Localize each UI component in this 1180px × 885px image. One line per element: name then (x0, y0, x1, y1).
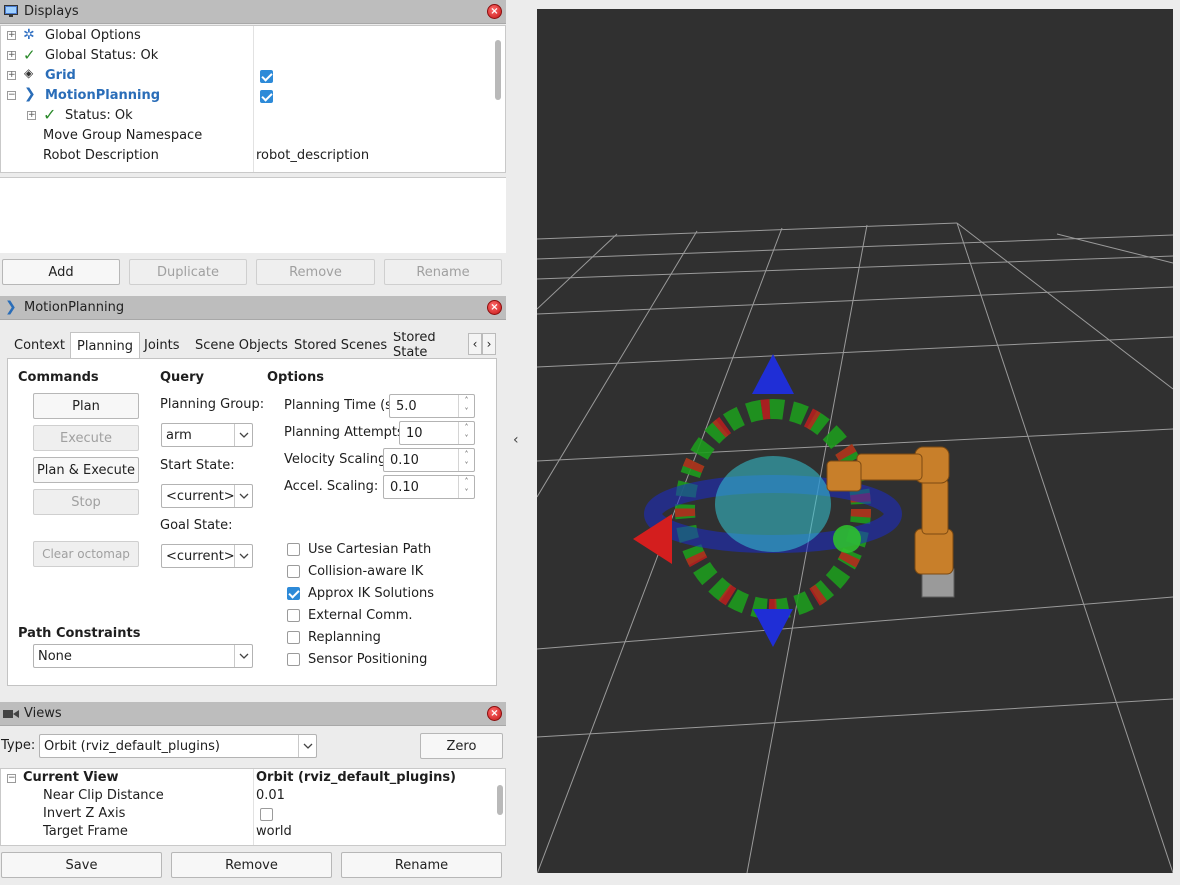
monitor-icon (4, 5, 18, 17)
commands-heading: Commands (18, 370, 99, 385)
checkmark-icon: ✓ (43, 105, 57, 124)
views-tree: − Current View Orbit (rviz_default_plugi… (0, 768, 506, 846)
use-cartesian-path-checkbox[interactable] (287, 543, 300, 556)
planning-attempts-label: Planning Attempts: (284, 425, 409, 440)
save-view-button[interactable]: Save (1, 852, 162, 878)
tree-row-global-options[interactable]: + ✲ Global Options (1, 26, 505, 46)
remove-display-button[interactable]: Remove (256, 259, 375, 285)
scrollbar[interactable] (495, 40, 501, 100)
motionplanning-icon: ❯ (24, 86, 36, 102)
tree-row-move-group-namespace[interactable]: Move Group Namespace (1, 126, 505, 146)
chevron-down-icon (234, 545, 252, 567)
tree-row-status[interactable]: + ✓ Status: Ok (1, 105, 505, 126)
velocity-scaling-label: Velocity Scaling: (284, 452, 391, 467)
duplicate-button[interactable]: Duplicate (129, 259, 247, 285)
tab-stored-scenes[interactable]: Stored Scenes (288, 332, 393, 358)
motionplanning-title: MotionPlanning (24, 300, 125, 315)
planning-attempts-spinbox[interactable]: 10 ˄ ˅ (399, 421, 475, 445)
rename-view-button[interactable]: Rename (341, 852, 502, 878)
remove-view-button[interactable]: Remove (171, 852, 332, 878)
views-titlebar: Views × (0, 702, 506, 726)
external-comm-checkbox[interactable] (287, 609, 300, 622)
scrollbar[interactable] (497, 785, 503, 815)
interactive-marker[interactable] (633, 354, 902, 647)
goal-state-label: Goal State: (160, 518, 233, 533)
planning-time-label: Planning Time (s): (284, 398, 402, 413)
displays-close-button[interactable]: × (487, 4, 502, 19)
display-description-area (0, 177, 506, 253)
options-heading: Options (267, 370, 324, 385)
tab-scene-objects[interactable]: Scene Objects (189, 332, 294, 358)
displays-titlebar: Displays × (0, 0, 506, 24)
planning-group-label: Planning Group: (160, 397, 265, 412)
goal-state-select[interactable]: <current> (161, 544, 253, 568)
stop-button[interactable]: Stop (33, 489, 139, 515)
tree-row-grid[interactable]: + ◈ Grid (1, 66, 505, 86)
tree-row-global-status[interactable]: + ✓ Global Status: Ok (1, 46, 505, 66)
clear-octomap-button[interactable]: Clear octomap (33, 541, 139, 567)
plan-button[interactable]: Plan (33, 393, 139, 419)
motionplanning-icon: ❯ (5, 299, 17, 315)
motionplanning-enabled-checkbox[interactable] (260, 90, 273, 103)
displays-title: Displays (24, 4, 79, 19)
replanning-checkbox[interactable] (287, 631, 300, 644)
grid-enabled-checkbox[interactable] (260, 70, 273, 83)
tree-row-motionplanning[interactable]: − ❯ MotionPlanning (1, 86, 505, 106)
tree-row-target-frame[interactable]: Target Frame world (1, 823, 505, 841)
gear-icon: ✲ (23, 27, 35, 43)
zero-button[interactable]: Zero (420, 733, 503, 759)
tab-stored-states[interactable]: Stored State (387, 332, 469, 358)
approx-ik-checkbox[interactable] (287, 587, 300, 600)
checkmark-icon: ✓ (23, 46, 36, 64)
collision-aware-ik-checkbox[interactable] (287, 565, 300, 578)
tree-row-robot-description[interactable]: Robot Description robot_description (1, 146, 505, 166)
velocity-scaling-spinbox[interactable]: 0.10 ˄ ˅ (383, 448, 475, 472)
scene-render (537, 222, 1173, 873)
rename-display-button[interactable]: Rename (384, 259, 502, 285)
execute-button[interactable]: Execute (33, 425, 139, 451)
tree-row-near-clip[interactable]: Near Clip Distance 0.01 (1, 787, 505, 805)
chevron-down-icon (234, 485, 252, 507)
motionplanning-titlebar: ❯ MotionPlanning × (0, 296, 506, 320)
accel-scaling-spinbox[interactable]: 0.10 ˄ ˅ (383, 475, 475, 499)
path-constraints-heading: Path Constraints (18, 626, 141, 641)
3d-viewport[interactable] (537, 9, 1173, 873)
path-constraints-select[interactable]: None (33, 644, 253, 668)
motionplanning-close-button[interactable]: × (487, 300, 502, 315)
add-button[interactable]: Add (2, 259, 120, 285)
camera-icon (3, 710, 19, 718)
accel-scaling-label: Accel. Scaling: (284, 479, 379, 494)
planning-group-select[interactable]: arm (161, 423, 253, 447)
sensor-positioning-checkbox[interactable] (287, 653, 300, 666)
tree-row-current-view[interactable]: − Current View Orbit (rviz_default_plugi… (1, 769, 505, 787)
chevron-down-icon (234, 424, 252, 446)
chevron-down-icon (234, 645, 252, 667)
tree-row-invert-z[interactable]: Invert Z Axis (1, 805, 505, 823)
invert-z-checkbox[interactable] (260, 808, 273, 821)
start-state-label: Start State: (160, 458, 235, 473)
view-type-label: Type: (1, 738, 36, 753)
planning-time-spinbox[interactable]: 5.0 ˄ ˅ (389, 394, 475, 418)
view-type-select[interactable]: Orbit (rviz_default_plugins) (39, 734, 317, 758)
grid-icon: ◈ (24, 66, 34, 80)
query-heading: Query (160, 370, 205, 385)
tab-scroll-right-icon[interactable]: › (482, 333, 496, 355)
displays-tree: + ✲ Global Options + ✓ Global Status: Ok… (0, 25, 506, 173)
views-title: Views (24, 706, 62, 721)
start-state-select[interactable]: <current> (161, 484, 253, 508)
plan-execute-button[interactable]: Plan & Execute (33, 457, 139, 483)
views-close-button[interactable]: × (487, 706, 502, 721)
tab-joints[interactable]: Joints (138, 332, 186, 358)
tab-scroll-left-icon[interactable]: ‹ (468, 333, 482, 355)
chevron-down-icon (298, 735, 316, 757)
tab-context[interactable]: Context (8, 332, 71, 358)
collapse-panel-icon[interactable]: ‹ (513, 432, 519, 448)
tab-planning[interactable]: Planning (70, 332, 140, 359)
